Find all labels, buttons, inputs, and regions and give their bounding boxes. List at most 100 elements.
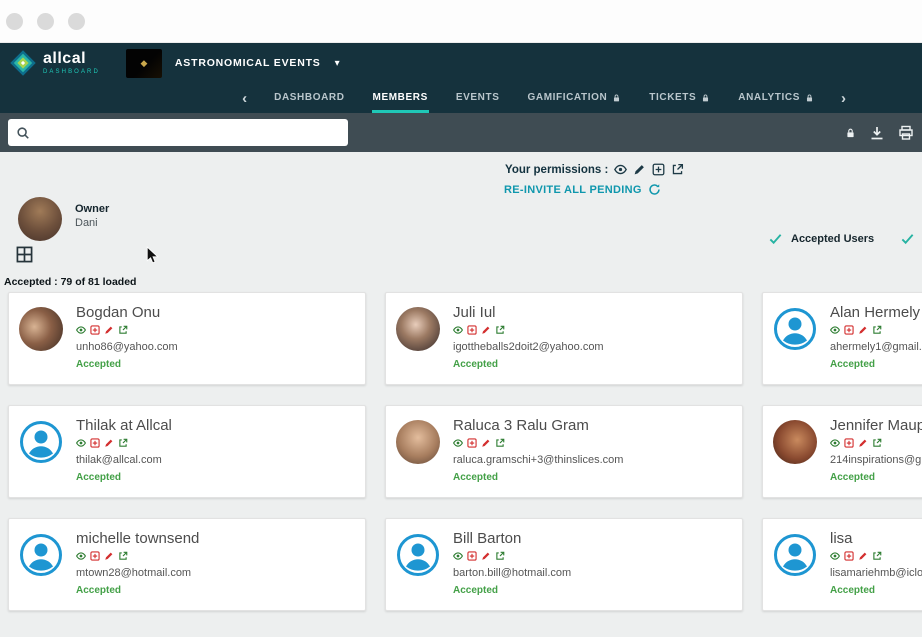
owner-name: Dani: [75, 217, 98, 229]
tab-dashboard[interactable]: DASHBOARD: [273, 83, 345, 113]
search-box: [8, 119, 348, 146]
share-icon[interactable]: [872, 551, 882, 561]
member-card[interactable]: Alan Hermely ahermely1@gmail.com Accepte…: [762, 292, 922, 385]
tab-members[interactable]: MEMBERS: [371, 83, 429, 113]
share-icon[interactable]: [495, 325, 505, 335]
reinvite-label: RE-INVITE ALL PENDING: [504, 183, 642, 196]
plus-icon: [652, 163, 665, 176]
plus-icon[interactable]: [844, 325, 854, 335]
member-card[interactable]: michelle townsend mtown28@hotmail.com Ac…: [8, 518, 366, 611]
window-control-icon[interactable]: [37, 12, 54, 30]
plus-icon[interactable]: [467, 438, 477, 448]
member-permission-icons: [830, 325, 922, 335]
member-email: unho86@yahoo.com: [76, 341, 178, 353]
tab-events[interactable]: EVENTS: [455, 83, 501, 113]
accepted-count-label: Accepted : 79 of 81 loaded: [4, 276, 137, 288]
pencil-icon[interactable]: [481, 551, 491, 561]
member-status-badge: Accepted: [453, 585, 499, 596]
plus-icon[interactable]: [90, 551, 100, 561]
search-input[interactable]: [37, 125, 340, 140]
member-card[interactable]: lisa lisamariehmb@icloud.com Accepted: [762, 518, 922, 611]
window-control-icon[interactable]: [68, 12, 85, 30]
filter-label: Accepted Users: [791, 232, 875, 245]
member-permission-icons: [830, 551, 922, 561]
plus-icon[interactable]: [467, 325, 477, 335]
member-card[interactable]: Bogdan Onu unho86@yahoo.com Accepted: [8, 292, 366, 385]
tab-tickets[interactable]: TICKETS: [648, 83, 711, 113]
eye-icon[interactable]: [453, 551, 463, 561]
eye-icon[interactable]: [453, 438, 463, 448]
pencil-icon[interactable]: [481, 438, 491, 448]
app-header: allcal DASHBOARD ◆ ASTRONOMICAL EVENTS ▾: [0, 43, 922, 83]
share-icon[interactable]: [118, 325, 128, 335]
check-icon: [768, 231, 783, 246]
pencil-icon[interactable]: [104, 438, 114, 448]
pencil-icon[interactable]: [858, 325, 868, 335]
lock-icon: [701, 93, 710, 103]
window-control-icon[interactable]: [6, 12, 23, 30]
download-icon[interactable]: [869, 125, 885, 141]
plus-icon[interactable]: [844, 551, 854, 561]
eye-icon[interactable]: [830, 438, 840, 448]
pencil-icon[interactable]: [481, 325, 491, 335]
member-name: Juli Iul: [453, 304, 496, 321]
owner-role: Owner: [75, 203, 110, 215]
member-email: lisamariehmb@icloud.com: [830, 567, 922, 579]
share-icon[interactable]: [118, 438, 128, 448]
eye-icon[interactable]: [453, 325, 463, 335]
eye-icon: [614, 163, 628, 176]
pencil-icon[interactable]: [858, 551, 868, 561]
eye-icon[interactable]: [76, 438, 86, 448]
nav-back-chevron-icon[interactable]: ‹: [242, 91, 247, 106]
member-avatar: [773, 420, 817, 464]
member-name: Alan Hermely: [830, 304, 921, 321]
member-card[interactable]: Raluca 3 Ralu Gram raluca.gramschi+3@thi…: [385, 405, 743, 498]
lock-icon: [805, 93, 814, 103]
eye-icon[interactable]: [76, 551, 86, 561]
member-card[interactable]: Jennifer Maupin 214inspirations@gmail.co…: [762, 405, 922, 498]
member-card[interactable]: Bill Barton barton.bill@hotmail.com Acce…: [385, 518, 743, 611]
tab-analytics[interactable]: ANALYTICS: [737, 83, 815, 113]
member-status-badge: Accepted: [76, 359, 122, 370]
member-avatar: [19, 533, 63, 577]
tab-label: EVENTS: [455, 92, 500, 103]
event-thumbnail-image: ◆: [125, 48, 162, 78]
app-window: allcal DASHBOARD ◆ ASTRONOMICAL EVENTS ▾…: [0, 0, 922, 637]
plus-icon[interactable]: [467, 551, 477, 561]
filter-pending-users[interactable]: Pending Users: [900, 231, 922, 246]
event-selector[interactable]: ◆ ASTRONOMICAL EVENTS ▾: [125, 48, 340, 78]
member-card[interactable]: Thilak at Allcal thilak@allcal.com Accep…: [8, 405, 366, 498]
your-permissions: Your permissions :: [505, 163, 684, 176]
share-icon[interactable]: [495, 438, 505, 448]
member-email: thilak@allcal.com: [76, 454, 162, 466]
tab-label: DASHBOARD: [274, 92, 345, 103]
tab-gamification[interactable]: GAMIFICATION: [527, 83, 623, 113]
member-avatar: [396, 307, 440, 351]
share-icon[interactable]: [872, 325, 882, 335]
reinvite-all-pending-link[interactable]: RE-INVITE ALL PENDING: [504, 183, 661, 196]
print-icon[interactable]: [898, 125, 914, 141]
member-permission-icons: [830, 438, 922, 448]
grid-view-toggle[interactable]: [16, 246, 33, 268]
eye-icon[interactable]: [76, 325, 86, 335]
share-icon[interactable]: [495, 551, 505, 561]
eye-icon[interactable]: [830, 325, 840, 335]
nav-forward-chevron-icon[interactable]: ›: [841, 91, 846, 106]
member-avatar: [773, 533, 817, 577]
pencil-icon[interactable]: [104, 325, 114, 335]
pencil-icon[interactable]: [104, 551, 114, 561]
owner-avatar: [18, 197, 62, 241]
person-icon: [20, 534, 62, 576]
member-card[interactable]: Juli Iul igottheballs2doit2@yahoo.com Ac…: [385, 292, 743, 385]
filter-accepted-users[interactable]: Accepted Users: [768, 231, 874, 246]
content-area: Your permissions : RE-INVITE ALL PENDING…: [0, 152, 922, 637]
share-icon[interactable]: [872, 438, 882, 448]
plus-icon[interactable]: [90, 325, 100, 335]
pencil-icon[interactable]: [858, 438, 868, 448]
member-permission-icons: [76, 438, 365, 448]
share-icon[interactable]: [118, 551, 128, 561]
member-permission-icons: [453, 551, 742, 561]
plus-icon[interactable]: [90, 438, 100, 448]
plus-icon[interactable]: [844, 438, 854, 448]
eye-icon[interactable]: [830, 551, 840, 561]
